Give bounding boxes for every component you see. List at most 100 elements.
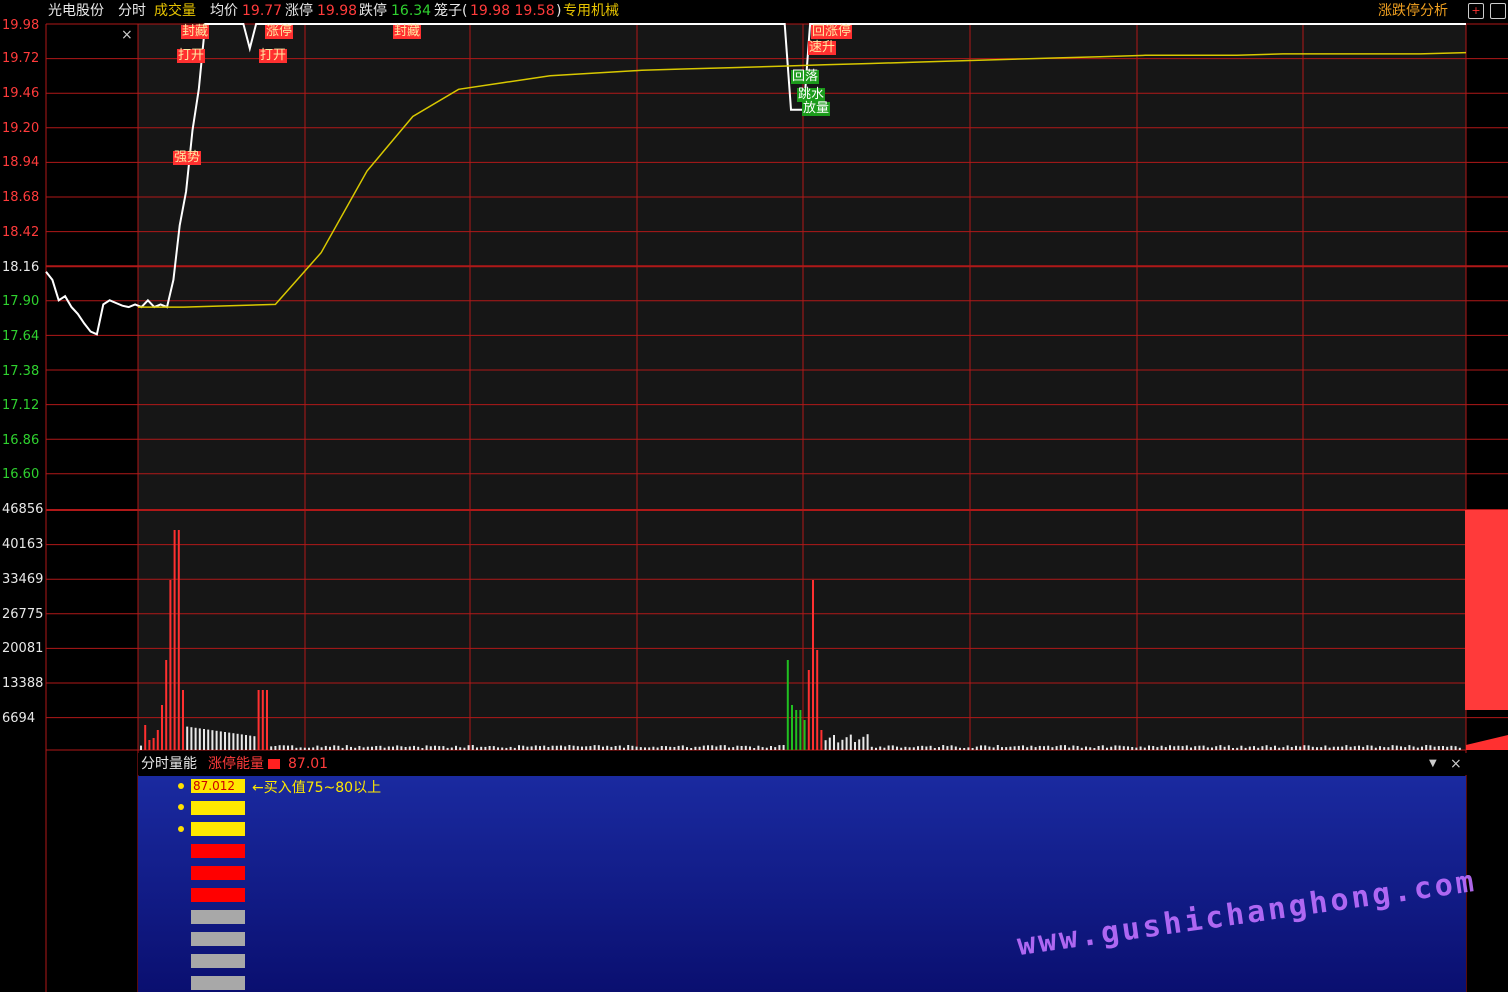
- limit-analysis-button[interactable]: 涨跌停分析: [1378, 0, 1448, 22]
- volume-bar: [1114, 745, 1116, 750]
- volume-bar: [1429, 745, 1431, 750]
- volume-bar: [736, 746, 738, 750]
- volume-bar: [690, 748, 692, 750]
- avg-label: 均价: [210, 0, 238, 22]
- cage-label: 笼子(: [434, 0, 467, 22]
- volume-bar: [875, 748, 877, 750]
- volume-bar: [501, 748, 503, 751]
- price-tick: 17.90: [2, 295, 39, 309]
- volume-bar: [484, 747, 486, 750]
- volume-bar: [631, 746, 633, 750]
- volume-bar: [1421, 747, 1423, 750]
- volume-bar: [178, 530, 180, 750]
- volume-bar: [703, 746, 705, 750]
- volume-bar: [1417, 748, 1419, 750]
- volume-tick: 33469: [2, 573, 43, 587]
- close-icon[interactable]: ×: [1450, 753, 1462, 775]
- volume-bar: [169, 580, 171, 750]
- volume-bar: [783, 745, 785, 750]
- stock-name[interactable]: 光电股份: [48, 0, 104, 22]
- price-tick: 18.68: [2, 191, 39, 205]
- volume-bar: [392, 747, 394, 750]
- volume-bar: [237, 734, 239, 750]
- volume-bar: [942, 745, 944, 750]
- mode-label[interactable]: 分时: [118, 0, 146, 22]
- volume-bar: [560, 746, 562, 751]
- volume-bar: [1459, 748, 1461, 750]
- volume-bar: [1329, 748, 1331, 750]
- avg-value: 19.77: [242, 0, 282, 22]
- volume-bar: [1266, 745, 1268, 750]
- volume-bar: [1387, 747, 1389, 750]
- sector-label[interactable]: 专用机械: [563, 0, 619, 22]
- volume-bar: [556, 746, 558, 750]
- volume-bar: [997, 745, 999, 750]
- volume-bar: [1400, 746, 1402, 750]
- volume-bar: [1413, 747, 1415, 751]
- volume-bar: [1224, 747, 1226, 750]
- volume-bar: [900, 748, 902, 750]
- volume-bar: [606, 746, 608, 750]
- volume-bar: [1333, 747, 1335, 750]
- volume-bar: [812, 580, 814, 750]
- volume-bar: [1442, 746, 1444, 750]
- volume-tick: 46856: [2, 503, 43, 517]
- volume-tick: 13388: [2, 677, 43, 691]
- volume-bar: [476, 747, 478, 750]
- volume-bar: [518, 745, 520, 750]
- volume-bar: [1337, 747, 1339, 750]
- volume-bar: [951, 745, 953, 750]
- volume-bar: [862, 737, 864, 750]
- volume-bar: [820, 730, 822, 750]
- volume-bar: [1274, 746, 1276, 750]
- sub-panel-title[interactable]: 分时量能: [141, 753, 197, 775]
- volume-bar: [749, 747, 751, 751]
- limit-down-label: 跌停: [359, 0, 387, 22]
- volume-bar: [216, 731, 218, 750]
- volume-bar: [1148, 746, 1150, 751]
- volume-bar: [1131, 747, 1133, 750]
- volume-bar: [682, 745, 684, 750]
- volume-bar: [1077, 746, 1079, 750]
- tag-dive: 跳水: [797, 88, 825, 102]
- volume-bar: [400, 746, 402, 750]
- volume-bar: [883, 748, 885, 750]
- volume-bar: [1299, 747, 1301, 750]
- volume-bar: [913, 747, 915, 750]
- volume-bar: [757, 746, 759, 750]
- volume-bar: [413, 746, 415, 750]
- volume-bar: [1135, 748, 1137, 750]
- volume-bar: [1257, 748, 1259, 750]
- volume-bar: [203, 729, 205, 750]
- volume-bar: [732, 747, 734, 750]
- volume-bar: [405, 747, 407, 750]
- volume-label[interactable]: 成交量: [154, 0, 196, 22]
- volume-bar: [1047, 746, 1049, 750]
- energy-bar-gray: [191, 910, 245, 924]
- volume-bar: [1261, 746, 1263, 750]
- tag-fast-up: 速升: [808, 41, 836, 55]
- tag-strong: 强势: [173, 151, 201, 165]
- tag-open: 打开: [177, 49, 205, 63]
- price-tick: 16.60: [2, 468, 39, 482]
- volume-bar: [1303, 745, 1305, 750]
- volume-bar: [1240, 746, 1242, 750]
- expand-icon[interactable]: +: [1468, 3, 1484, 19]
- volume-bar: [1190, 748, 1192, 751]
- volume-bar: [1245, 748, 1247, 750]
- volume-bar: [972, 748, 974, 750]
- tag-seal: 封藏: [181, 25, 209, 39]
- volume-bar: [447, 748, 449, 750]
- volume-bar: [463, 748, 465, 750]
- energy-bar-gray: [191, 976, 245, 990]
- volume-bar: [993, 747, 995, 750]
- volume-bar: [367, 747, 369, 750]
- volume-bar: [568, 745, 570, 750]
- volume-bar: [321, 747, 323, 750]
- chevron-down-icon[interactable]: ▼: [1429, 753, 1437, 775]
- volume-bar: [829, 738, 831, 750]
- volume-tick: 26775: [2, 608, 43, 622]
- close-icon[interactable]: ×: [121, 27, 133, 43]
- volume-bar: [581, 747, 583, 750]
- window-icon[interactable]: [1490, 3, 1506, 19]
